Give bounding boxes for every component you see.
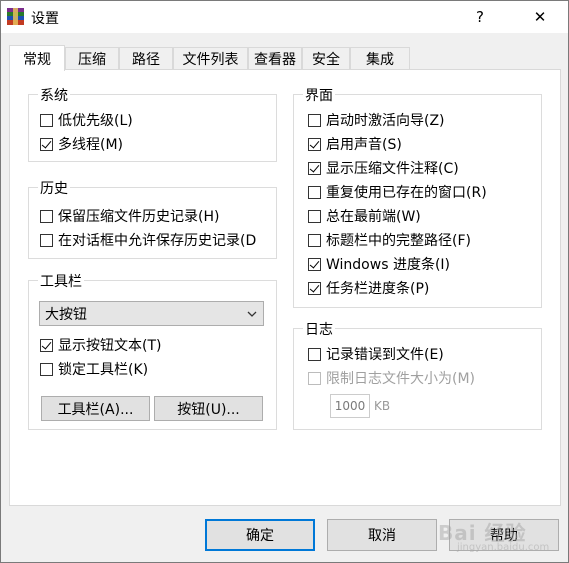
tab-label: 常规 <box>23 51 51 68</box>
title-bar: 设置 ? ✕ <box>1 1 568 33</box>
startup-wizard-option[interactable]: 启动时激活向导(Z) <box>308 110 445 130</box>
option-label: 显示压缩文件注释(C) <box>326 161 459 177</box>
option-label: Windows 进度条(I) <box>326 257 450 273</box>
watermark-sub: jingyan.baidu.com <box>457 542 550 553</box>
option-label: 任务栏进度条(P) <box>326 281 430 297</box>
button-size-select[interactable]: 大按钮 <box>39 301 264 326</box>
settings-dialog: 设置 ? ✕ 常规 压缩 路径 文件列表 查看器 安全 集成 系统 低优先级(L… <box>0 0 569 563</box>
checkbox[interactable] <box>308 209 321 223</box>
tab-label: 路径 <box>132 52 160 68</box>
option-label: 锁定工具栏(K) <box>58 362 149 378</box>
show-button-text-option[interactable]: 显示按钮文本(T) <box>40 335 161 355</box>
taskbar-progress-option[interactable]: 任务栏进度条(P) <box>308 278 429 298</box>
option-label: 限制日志文件大小为(M) <box>326 371 476 387</box>
checkbox[interactable] <box>40 209 53 223</box>
tab-label: 压缩 <box>78 52 106 68</box>
tab-label: 查看器 <box>254 52 296 68</box>
checkbox[interactable] <box>40 338 53 352</box>
tab-security[interactable]: 安全 <box>302 47 350 70</box>
checkbox[interactable] <box>40 137 53 151</box>
low-priority-option[interactable]: 低优先级(L) <box>40 110 133 130</box>
tab-viewer[interactable]: 查看器 <box>248 47 302 70</box>
select-value: 大按钮 <box>45 306 87 323</box>
button-label: 按钮(U)... <box>177 401 240 418</box>
button-label: 工具栏(A)... <box>57 401 134 418</box>
button-label: 取消 <box>368 528 396 544</box>
checkbox[interactable] <box>308 257 321 271</box>
show-comment-option[interactable]: 显示压缩文件注释(C) <box>308 158 459 178</box>
buttons-settings-button[interactable]: 按钮(U)... <box>154 396 263 421</box>
log-size-input: 1000 <box>330 394 370 418</box>
tab-compression[interactable]: 压缩 <box>65 47 119 70</box>
checkbox[interactable] <box>308 281 321 295</box>
limit-log-size-option: 限制日志文件大小为(M) <box>308 368 475 388</box>
tab-label: 安全 <box>312 52 340 68</box>
option-label: 保留压缩文件历史记录(H) <box>58 209 220 225</box>
group-title-log: 日志 <box>303 319 335 339</box>
keep-archive-history-option[interactable]: 保留压缩文件历史记录(H) <box>40 206 219 226</box>
checkbox[interactable] <box>308 113 321 127</box>
always-on-top-option[interactable]: 总在最前端(W) <box>308 206 421 226</box>
option-label: 多线程(M) <box>58 137 124 153</box>
checkbox[interactable] <box>308 233 321 247</box>
option-label: 显示按钮文本(T) <box>58 338 162 354</box>
dialog-history-option[interactable]: 在对话框中允许保存历史记录(D <box>40 230 256 250</box>
checkbox[interactable] <box>308 161 321 175</box>
tab-file-list[interactable]: 文件列表 <box>173 47 248 70</box>
group-title-toolbar: 工具栏 <box>38 271 84 291</box>
tab-general[interactable]: 常规 <box>9 45 65 71</box>
full-path-title-option[interactable]: 标题栏中的完整路径(F) <box>308 230 471 250</box>
checkbox[interactable] <box>308 137 321 151</box>
ok-button[interactable]: 确定 <box>205 519 315 551</box>
checkbox[interactable] <box>308 347 321 361</box>
option-label: 启动时激活向导(Z) <box>326 113 445 129</box>
group-title-interface: 界面 <box>303 85 335 105</box>
lock-toolbar-option[interactable]: 锁定工具栏(K) <box>40 359 148 379</box>
log-errors-option[interactable]: 记录错误到文件(E) <box>308 344 444 364</box>
tab-strip: 常规 压缩 路径 文件列表 查看器 安全 集成 <box>9 45 561 71</box>
multithreading-option[interactable]: 多线程(M) <box>40 134 123 154</box>
toolbar-settings-button[interactable]: 工具栏(A)... <box>41 396 150 421</box>
log-size-value: 1000 <box>334 399 366 413</box>
button-label: 确定 <box>246 528 274 544</box>
option-label: 记录错误到文件(E) <box>326 347 444 363</box>
checkbox[interactable] <box>40 113 53 127</box>
reuse-window-option[interactable]: 重复使用已存在的窗口(R) <box>308 182 487 202</box>
log-size-unit: KB <box>374 399 391 413</box>
window-title: 设置 <box>31 11 59 27</box>
help-icon: ? <box>476 8 484 26</box>
checkbox[interactable] <box>40 362 53 376</box>
tab-integration[interactable]: 集成 <box>350 47 410 70</box>
tab-label: 集成 <box>366 52 394 68</box>
enable-sound-option[interactable]: 启用声音(S) <box>308 134 402 154</box>
tab-paths[interactable]: 路径 <box>119 47 173 70</box>
option-label: 低优先级(L) <box>58 113 133 129</box>
close-button[interactable]: ✕ <box>517 1 563 33</box>
windows-progress-option[interactable]: Windows 进度条(I) <box>308 254 450 274</box>
option-label: 启用声音(S) <box>326 137 402 153</box>
winrar-app-icon <box>7 8 24 25</box>
checkbox[interactable] <box>308 185 321 199</box>
help-title-button[interactable]: ? <box>457 1 503 33</box>
close-icon: ✕ <box>533 8 547 26</box>
group-title-history: 历史 <box>38 178 70 198</box>
option-label: 重复使用已存在的窗口(R) <box>326 185 487 201</box>
tab-label: 文件列表 <box>182 52 239 68</box>
option-label: 总在最前端(W) <box>326 209 421 225</box>
option-label: 标题栏中的完整路径(F) <box>326 233 471 249</box>
checkbox[interactable] <box>40 233 53 247</box>
option-label: 在对话框中允许保存历史记录(D <box>58 233 257 249</box>
checkbox <box>308 371 321 385</box>
group-title-system: 系统 <box>38 85 70 105</box>
cancel-button[interactable]: 取消 <box>327 519 437 551</box>
chevron-down-icon <box>247 311 257 317</box>
